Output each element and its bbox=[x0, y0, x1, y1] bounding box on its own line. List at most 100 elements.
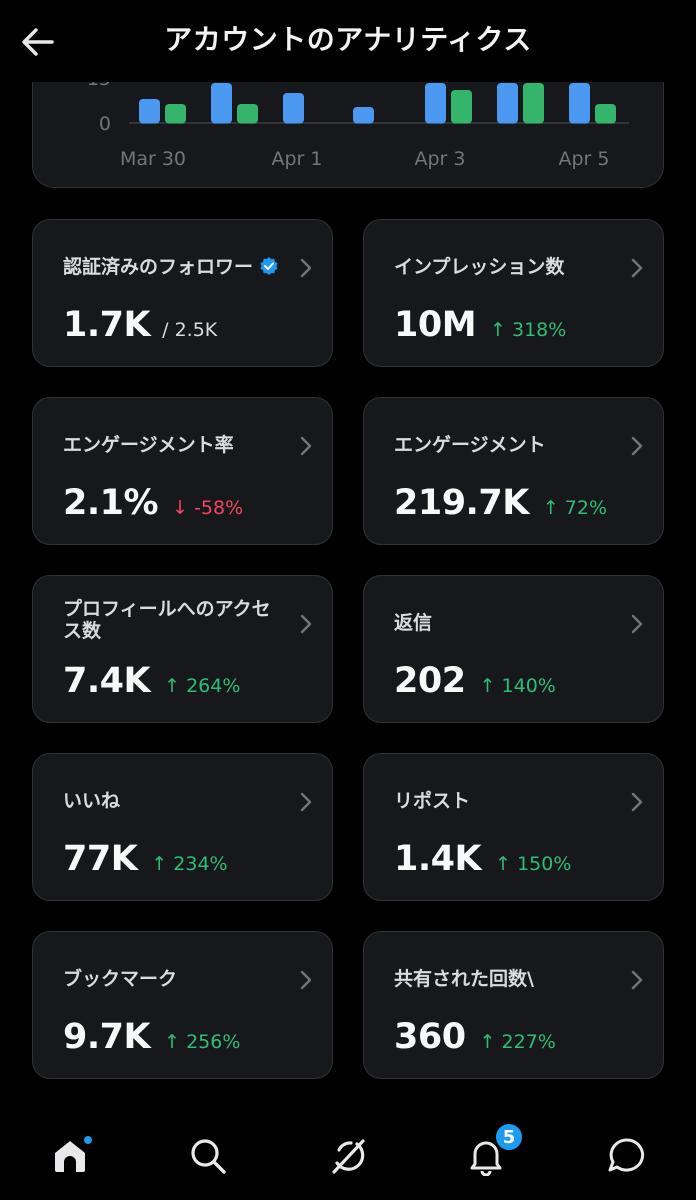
search-icon bbox=[191, 1139, 226, 1174]
notifications-badge: 5 bbox=[494, 1122, 524, 1152]
page-title: アカウントのアナリティクス bbox=[164, 23, 532, 56]
messages-icon bbox=[608, 1138, 645, 1172]
chart-bar bbox=[425, 83, 446, 124]
metric-change: ↑ 227% bbox=[479, 1031, 556, 1053]
metric-value: 7.4K bbox=[63, 661, 151, 701]
metric-label-text: エンゲージメント率 bbox=[63, 434, 234, 456]
metric-value: 1.4K bbox=[394, 839, 482, 879]
metric-change: ↑ 318% bbox=[490, 319, 567, 341]
chart-bar bbox=[497, 83, 518, 124]
metric-card-likes[interactable]: いいね 77K ↑ 234% bbox=[32, 753, 333, 901]
metric-label-text: 返信 bbox=[394, 612, 433, 634]
metric-label-text: インプレッション数 bbox=[394, 256, 565, 278]
metric-value: 360 bbox=[394, 1017, 466, 1057]
metric-value-row: 1.4K ↑ 150% bbox=[394, 838, 571, 885]
y-tick-label: 0 bbox=[99, 113, 111, 135]
metric-value-row: 219.7K ↑ 72% bbox=[394, 482, 607, 529]
metric-label-text: エンゲージメント bbox=[394, 434, 546, 456]
tab-grok[interactable] bbox=[320, 1128, 376, 1184]
metric-card-replies[interactable]: 返信 202 ↑ 140% bbox=[363, 575, 664, 723]
metric-label: ブックマーク bbox=[63, 968, 283, 990]
tab-notifications[interactable]: 5 bbox=[458, 1122, 524, 1184]
chart-bar bbox=[451, 90, 472, 124]
metric-card-engagements[interactable]: エンゲージメント 219.7K ↑ 72% bbox=[363, 397, 664, 545]
metric-label-text: 認証済みのフォロワー bbox=[63, 256, 254, 278]
metric-change: ↑ 234% bbox=[151, 853, 228, 875]
metric-card-reposts[interactable]: リポスト 1.4K ↑ 150% bbox=[363, 753, 664, 901]
header: アカウントのアナリティクス bbox=[0, 0, 696, 82]
home-notification-dot bbox=[82, 1134, 94, 1146]
metric-change: ↑ 264% bbox=[164, 675, 241, 697]
metric-value-row: 10M ↑ 318% bbox=[394, 304, 566, 351]
metric-value: 219.7K bbox=[394, 483, 529, 523]
chart-bar bbox=[139, 99, 160, 124]
metric-value-row: 202 ↑ 140% bbox=[394, 660, 556, 707]
metric-value-row: 77K ↑ 234% bbox=[63, 838, 228, 885]
metric-change: ↓ -58% bbox=[172, 497, 244, 519]
metric-card-engagement-rate[interactable]: エンゲージメント率 2.1% ↓ -58% bbox=[32, 397, 333, 545]
chevron-right-icon bbox=[300, 436, 312, 456]
metric-label: エンゲージメント率 bbox=[63, 434, 283, 456]
chevron-right-icon bbox=[300, 258, 312, 278]
x-tick-label: Apr 3 bbox=[415, 148, 466, 170]
tab-home[interactable] bbox=[42, 1128, 98, 1184]
metric-label-text: ブックマーク bbox=[63, 968, 178, 990]
chevron-right-icon bbox=[631, 792, 643, 812]
chart-bar bbox=[353, 107, 374, 124]
chevron-right-icon bbox=[631, 258, 643, 278]
metric-label: リポスト bbox=[394, 790, 614, 812]
chevron-right-icon bbox=[631, 436, 643, 456]
metric-value-row: 2.1% ↓ -58% bbox=[63, 482, 243, 529]
metric-label: エンゲージメント bbox=[394, 434, 614, 456]
metric-label: 認証済みのフォロワー bbox=[63, 256, 283, 278]
metric-value-row: 360 ↑ 227% bbox=[394, 1016, 556, 1063]
chart-bar bbox=[569, 83, 590, 124]
chevron-right-icon bbox=[300, 970, 312, 990]
chart-bar bbox=[165, 104, 186, 124]
metric-label: インプレッション数 bbox=[394, 256, 614, 278]
tab-messages[interactable] bbox=[598, 1128, 654, 1184]
metric-label-text: プロフィールへのアクセス数 bbox=[63, 598, 271, 642]
metric-card-impressions[interactable]: インプレッション数 10M ↑ 318% bbox=[363, 219, 664, 367]
metric-label: 共有された回数\ bbox=[394, 968, 614, 990]
metric-value: 2.1% bbox=[63, 483, 159, 523]
metric-value: 10M bbox=[394, 305, 477, 345]
metric-change: ↑ 150% bbox=[495, 853, 572, 875]
bottom-tab-bar: 5 bbox=[0, 1110, 696, 1200]
metric-change: ↑ 256% bbox=[164, 1031, 241, 1053]
chevron-right-icon bbox=[300, 614, 312, 634]
metric-label-text: 共有された回数\ bbox=[394, 968, 534, 990]
verified-badge-icon bbox=[260, 257, 278, 275]
metric-card-verified-followers[interactable]: 認証済みのフォロワー 1.7K / 2.5K bbox=[32, 219, 333, 367]
chart-bar bbox=[523, 83, 544, 124]
x-tick-label: Mar 30 bbox=[120, 148, 186, 170]
chevron-right-icon bbox=[300, 792, 312, 812]
chart-bar bbox=[237, 104, 258, 124]
tab-search[interactable] bbox=[180, 1128, 236, 1184]
chart-bar bbox=[283, 93, 304, 124]
x-tick-label: Apr 1 bbox=[272, 148, 323, 170]
metric-total: / 2.5K bbox=[162, 319, 218, 341]
metric-label-text: リポスト bbox=[394, 790, 471, 812]
metric-value: 77K bbox=[63, 839, 138, 879]
metric-card-shares[interactable]: 共有された回数\ 360 ↑ 227% bbox=[363, 931, 664, 1079]
metric-change: ↑ 140% bbox=[479, 675, 556, 697]
metric-label: いいね bbox=[63, 790, 283, 812]
chart-bar bbox=[595, 104, 616, 124]
chart-bar bbox=[211, 83, 232, 124]
chevron-right-icon bbox=[631, 970, 643, 990]
metric-label-text: いいね bbox=[63, 790, 121, 812]
metric-value: 1.7K bbox=[63, 305, 151, 345]
x-tick-label: Apr 5 bbox=[559, 148, 610, 170]
metric-card-profile-visits[interactable]: プロフィールへのアクセス数 7.4K ↑ 264% bbox=[32, 575, 333, 723]
grok-icon bbox=[332, 1139, 365, 1174]
metric-value-row: 9.7K ↑ 256% bbox=[63, 1016, 240, 1063]
metric-value-row: 1.7K / 2.5K bbox=[63, 304, 217, 351]
metric-value: 9.7K bbox=[63, 1017, 151, 1057]
metric-label: 返信 bbox=[394, 612, 614, 634]
metric-value: 202 bbox=[394, 661, 466, 701]
metric-value-row: 7.4K ↑ 264% bbox=[63, 660, 240, 707]
chevron-right-icon bbox=[631, 614, 643, 634]
metric-card-bookmarks[interactable]: ブックマーク 9.7K ↑ 256% bbox=[32, 931, 333, 1079]
metric-label: プロフィールへのアクセス数 bbox=[63, 598, 283, 642]
